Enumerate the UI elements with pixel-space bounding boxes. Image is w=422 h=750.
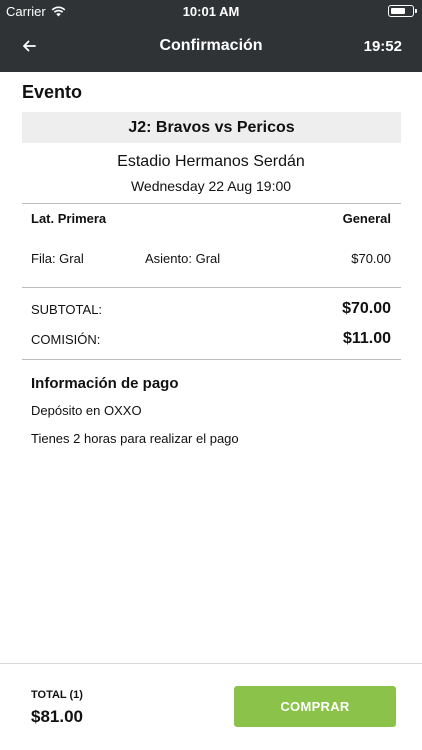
commission-value: $11.00 xyxy=(342,330,391,347)
ticket-row: Fila: Gral xyxy=(31,251,84,266)
payment-method: Depósito en OXXO xyxy=(31,403,142,418)
buy-button-label: COMPRAR xyxy=(280,699,350,714)
divider xyxy=(22,359,401,360)
event-venue: Estadio Hermanos Serdán xyxy=(117,153,305,170)
payment-note: Tienes 2 horas para realizar el pago xyxy=(31,431,239,446)
ticket-type: General xyxy=(342,211,391,226)
event-name-bar: J2: Bravos vs Pericos xyxy=(22,112,401,143)
divider xyxy=(22,203,401,204)
footer-divider xyxy=(0,663,422,664)
status-bar: Carrier 10:01 AM xyxy=(0,0,422,22)
app-header: Carrier 10:01 AM Confirmación 19:52 xyxy=(0,0,422,72)
total-label: TOTAL (1) xyxy=(31,689,83,701)
ticket-price: $70.00 xyxy=(351,251,391,266)
page-title: Confirmación xyxy=(159,37,263,54)
event-section-title: Evento xyxy=(22,82,83,102)
commission-label: COMISIÓN: xyxy=(31,332,101,347)
event-name: J2: Bravos vs Pericos xyxy=(128,118,295,136)
payment-info-title: Información de pago xyxy=(31,375,179,392)
divider xyxy=(22,287,401,288)
total-value: $81.00 xyxy=(31,707,83,726)
status-time: 10:01 AM xyxy=(182,4,240,19)
countdown-timer: 19:52 xyxy=(363,38,402,55)
subtotal-label: SUBTOTAL: xyxy=(31,302,103,317)
subtotal-value: $70.00 xyxy=(342,300,391,317)
buy-button[interactable]: COMPRAR xyxy=(234,686,396,727)
battery-icon xyxy=(388,5,417,17)
ticket-seat: Asiento: Gral xyxy=(145,251,221,266)
event-date: Wednesday 22 Aug 19:00 xyxy=(130,178,292,194)
ticket-section: Lat. Primera xyxy=(31,211,107,226)
